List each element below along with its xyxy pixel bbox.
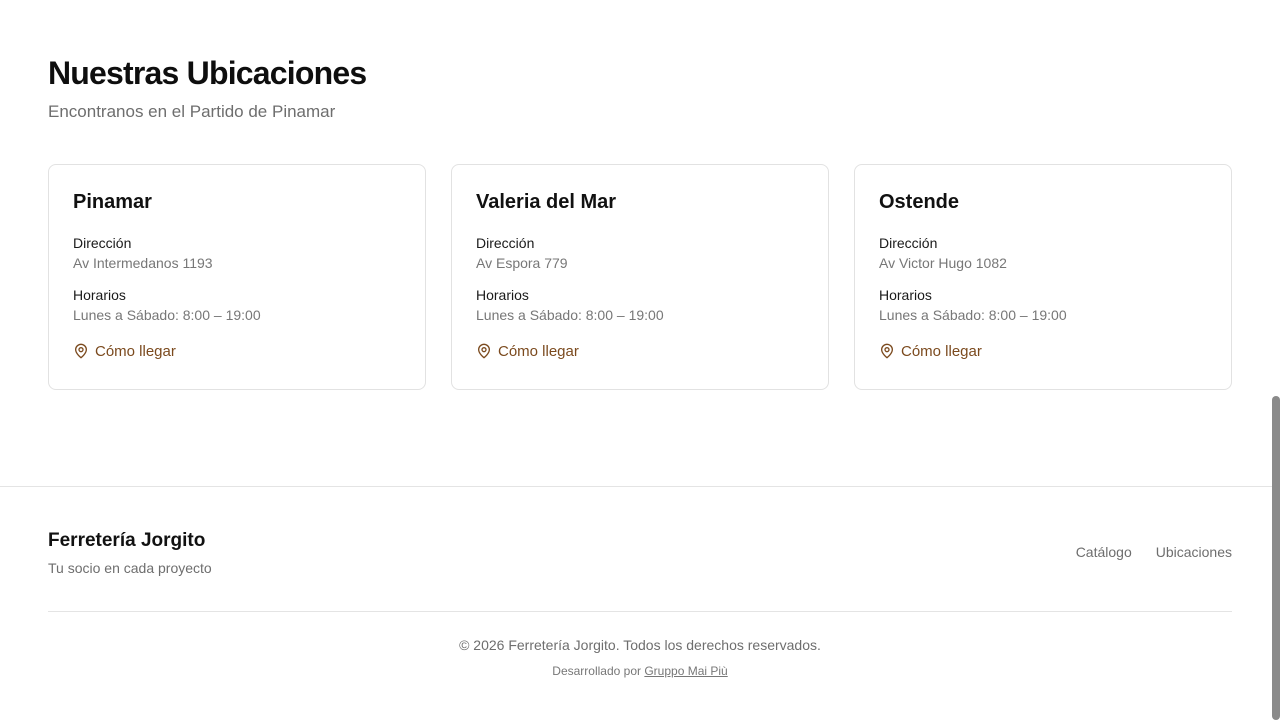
footer-divider — [48, 611, 1232, 612]
hours-label: Horarios — [476, 287, 529, 303]
hours-value: Lunes a Sábado: 8:00 – 19:00 — [73, 307, 261, 323]
location-card-pinamar: Pinamar Dirección Av Intermedanos 1193 H… — [48, 164, 426, 390]
directions-link[interactable]: Cómo llegar — [879, 341, 982, 361]
footer-brand: Ferretería Jorgito — [48, 530, 206, 551]
footer-link-catalogo[interactable]: Catálogo — [1076, 544, 1132, 560]
page-scrollbar[interactable] — [1272, 396, 1280, 720]
page-subtitle: Encontranos en el Partido de Pinamar — [48, 102, 336, 121]
directions-label: Cómo llegar — [498, 342, 579, 360]
map-pin-icon — [879, 343, 895, 359]
location-name: Pinamar — [73, 191, 152, 213]
footer-tagline: Tu socio en cada proyecto — [48, 560, 212, 576]
address-label: Dirección — [73, 235, 132, 251]
address-value: Av Espora 779 — [476, 255, 568, 271]
copyright-text: © 2026 Ferretería Jorgito. Todos los der… — [459, 637, 821, 653]
address-label: Dirección — [476, 235, 535, 251]
developer-link[interactable]: Gruppo Mai Più — [644, 664, 727, 678]
hours-value: Lunes a Sábado: 8:00 – 19:00 — [476, 307, 664, 323]
credit-prefix: Desarrollado por — [552, 664, 641, 678]
hours-label: Horarios — [73, 287, 126, 303]
map-pin-icon — [476, 343, 492, 359]
map-pin-icon — [73, 343, 89, 359]
footer-top-border — [0, 486, 1280, 487]
footer-nav: Catálogo Ubicaciones — [1076, 544, 1232, 560]
location-card-ostende: Ostende Dirección Av Victor Hugo 1082 Ho… — [854, 164, 1232, 390]
location-name: Ostende — [879, 191, 960, 213]
address-value: Av Victor Hugo 1082 — [879, 255, 1007, 271]
location-cards: Pinamar Dirección Av Intermedanos 1193 H… — [48, 164, 1232, 390]
hours-label: Horarios — [879, 287, 932, 303]
address-value: Av Intermedanos 1193 — [73, 255, 213, 271]
developer-credit: Desarrollado por Gruppo Mai Più — [0, 664, 1280, 678]
directions-label: Cómo llegar — [901, 342, 982, 360]
directions-label: Cómo llegar — [95, 342, 176, 360]
directions-link[interactable]: Cómo llegar — [73, 341, 176, 361]
location-name: Valeria del Mar — [476, 191, 617, 213]
directions-link[interactable]: Cómo llegar — [476, 341, 579, 361]
footer-link-ubicaciones[interactable]: Ubicaciones — [1156, 544, 1232, 560]
hours-value: Lunes a Sábado: 8:00 – 19:00 — [879, 307, 1067, 323]
page-title: Nuestras Ubicaciones — [48, 55, 367, 91]
location-card-valeria-del-mar: Valeria del Mar Dirección Av Espora 779 … — [451, 164, 829, 390]
address-label: Dirección — [879, 235, 938, 251]
